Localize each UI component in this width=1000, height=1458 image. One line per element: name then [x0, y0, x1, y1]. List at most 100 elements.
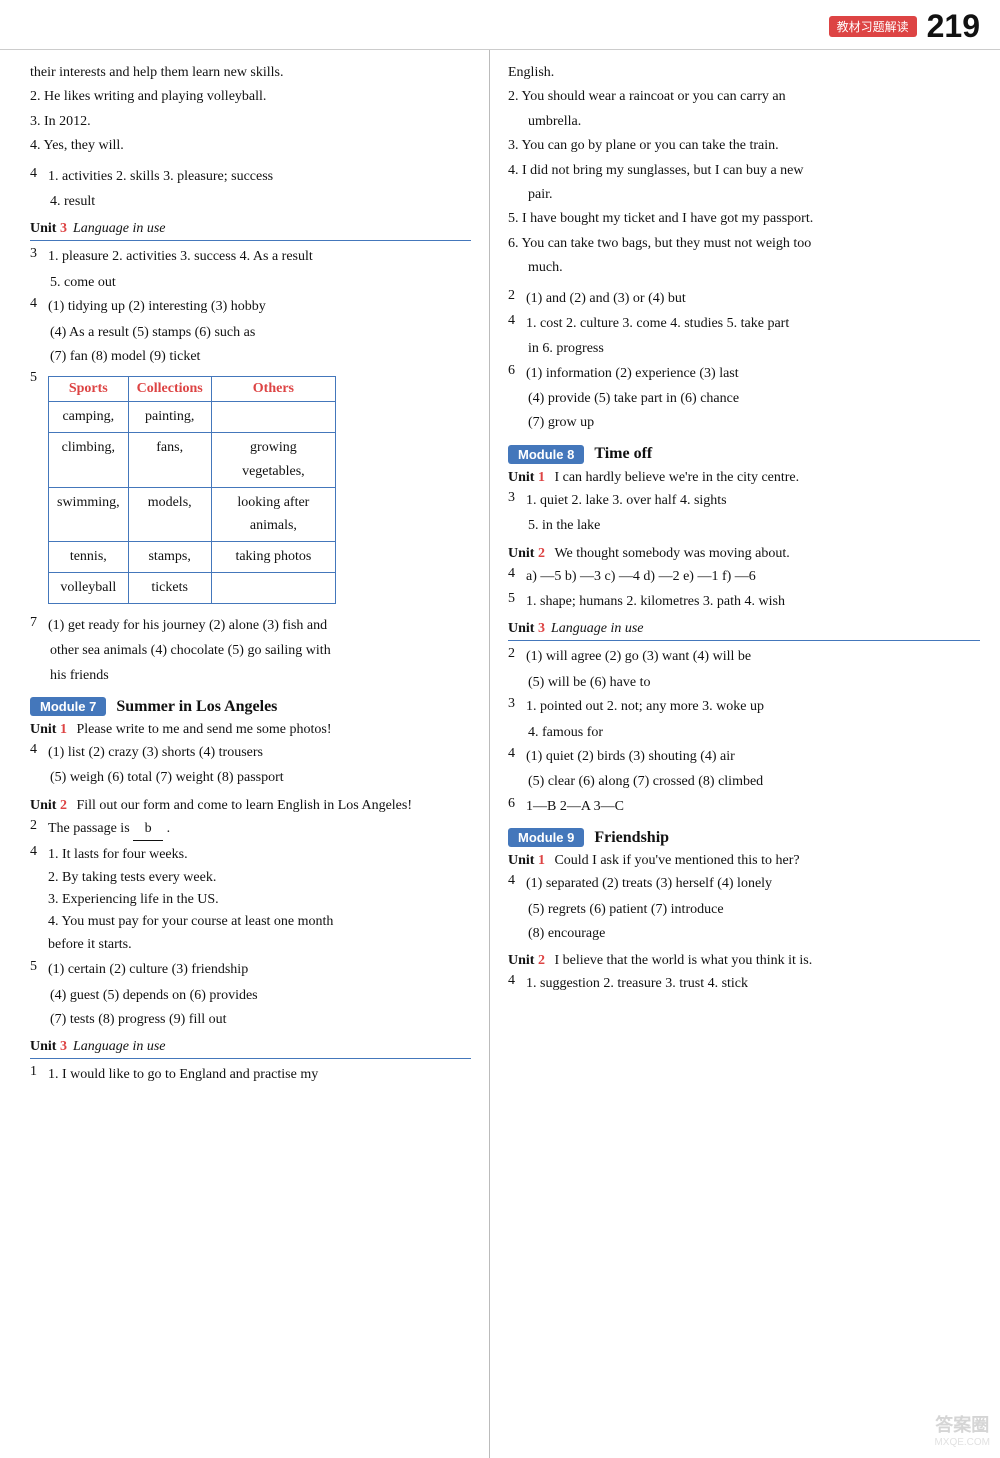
num-content: 1—B 2—A 3—C	[526, 796, 980, 818]
num-label: 2	[30, 818, 48, 834]
unit-title: Language in use	[73, 221, 166, 237]
module8-header: Module 8 Time off	[508, 445, 980, 464]
numbered-item: 2 (1) and (2) and (3) or (4) but	[508, 288, 980, 310]
unit3-m7-header: Unit 3 Language in use	[30, 1039, 471, 1059]
right-intro: English. 2. You should wear a raincoat o…	[508, 62, 980, 280]
left-intro: their interests and help them learn new …	[30, 62, 471, 158]
num-label: 4	[508, 746, 526, 762]
unit-label: Unit 3	[30, 1039, 67, 1055]
num-content: 1. It lasts for four weeks. 2. By taking…	[48, 844, 471, 956]
list-item: umbrella.	[508, 111, 980, 133]
num-content: (1) information (2) experience (3) last	[526, 363, 980, 385]
table-header-collections: Collections	[128, 377, 211, 402]
unit-sub-label: Unit 1	[508, 470, 548, 485]
num-label: 4	[508, 566, 526, 582]
left-column: their interests and help them learn new …	[0, 50, 490, 1458]
unit3-m8-header: Unit 3 Language in use	[508, 621, 980, 641]
m9u2-content: 4 1. suggestion 2. treasure 3. trust 4. …	[508, 973, 980, 995]
table-cell: taking photos	[211, 542, 335, 573]
m7u2q5c: (7) tests (8) progress (9) fill out	[30, 1009, 471, 1031]
m9u1q4c: (8) encourage	[508, 923, 980, 945]
unit-sub-label: Unit 2	[508, 953, 548, 968]
num-content: 1. quiet 2. lake 3. over half 4. sights	[526, 490, 980, 512]
table-cell: climbing,	[49, 433, 129, 488]
r-q4b: in 6. progress	[508, 338, 980, 360]
numbered-item: 2 The passage is b .	[30, 818, 471, 841]
unit2-m9-header: Unit 2 I believe that the world is what …	[508, 953, 980, 969]
unit-sub-title: Fill out our form and come to learn Engl…	[76, 798, 412, 813]
numbered-item: 3 1. pointed out 2. not; any more 3. wok…	[508, 696, 980, 718]
num-label: 4	[508, 873, 526, 889]
unit2-m8-header: Unit 2 We thought somebody was moving ab…	[508, 546, 980, 562]
module9-title: Friendship	[594, 829, 669, 847]
num-content: (1) separated (2) treats (3) herself (4)…	[526, 873, 980, 895]
numbered-item: 6 1—B 2—A 3—C	[508, 796, 980, 818]
num-content: (1) certain (2) culture (3) friendship	[48, 959, 471, 981]
num-content: (1) list (2) crazy (3) shorts (4) trouse…	[48, 742, 471, 764]
module7-title: Summer in Los Angeles	[116, 698, 277, 716]
unit1-m7-header: Unit 1 Please write to me and send me so…	[30, 722, 471, 738]
table-cell: fans,	[128, 433, 211, 488]
num-label: 5	[508, 591, 526, 607]
table-cell: volleyball	[49, 573, 129, 604]
num-label: 5	[30, 959, 48, 975]
numbered-item: 5 (1) certain (2) culture (3) friendship	[30, 959, 471, 981]
numbered-item: 7 (1) get ready for his journey (2) alon…	[30, 615, 471, 637]
m8u3-content: 2 (1) will agree (2) go (3) want (4) wil…	[508, 646, 980, 818]
table-cell	[211, 573, 335, 604]
list-item: pair.	[508, 184, 980, 206]
page-number: 219	[927, 8, 980, 45]
num-content: a) —5 b) —3 c) —4 d) —2 e) —1 f) —6	[526, 566, 980, 588]
table-cell: stamps,	[128, 542, 211, 573]
m8u1-content: 3 1. quiet 2. lake 3. over half 4. sight…	[508, 490, 980, 538]
m8u2-content: 4 a) —5 b) —3 c) —4 d) —2 e) —1 f) —6 5 …	[508, 566, 980, 614]
module9-header: Module 9 Friendship	[508, 828, 980, 847]
blank-b: b	[133, 818, 163, 841]
unit1-m8-header: Unit 1 I can hardly believe we're in the…	[508, 470, 980, 486]
list-item: 3. You can go by plane or you can take t…	[508, 135, 980, 157]
num-label: 6	[508, 363, 526, 379]
table-cell: tickets	[128, 573, 211, 604]
m8u3q4b: (5) clear (6) along (7) crossed (8) clim…	[508, 771, 980, 793]
item-4b: 4. result	[30, 191, 471, 213]
list-item: 2. You should wear a raincoat or you can…	[508, 86, 980, 108]
num-label: 4	[30, 742, 48, 758]
num-content: The passage is b .	[48, 818, 471, 841]
right-q2: 2 (1) and (2) and (3) or (4) but 4 1. co…	[508, 288, 980, 435]
numbered-item: 3 1. pleasure 2. activities 3. success 4…	[30, 246, 471, 268]
watermark-logo: 答案圈	[935, 1411, 989, 1437]
list-item: 6. You can take two bags, but they must …	[508, 233, 980, 255]
unit-sub-title: Could I ask if you've mentioned this to …	[554, 853, 799, 868]
m7u2-content: 2 The passage is b . 4 1. It lasts for f…	[30, 818, 471, 1032]
r-q6b: (4) provide (5) take part in (6) chance	[508, 388, 980, 410]
list-item: much.	[508, 257, 980, 279]
module7-header: Module 7 Summer in Los Angeles	[30, 697, 471, 716]
table-cell: camping,	[49, 402, 129, 433]
list-item: English.	[508, 62, 980, 84]
numbered-item: 4 1. cost 2. culture 3. come 4. studies …	[508, 313, 980, 335]
list-item: 2. By taking tests every week.	[48, 867, 471, 889]
num-content: (1) get ready for his journey (2) alone …	[48, 615, 471, 637]
main-content: their interests and help them learn new …	[0, 50, 1000, 1458]
num-label: 2	[508, 288, 526, 304]
q7b: other sea animals (4) chocolate (5) go s…	[30, 640, 471, 662]
m7q4b: (5) weigh (6) total (7) weight (8) passp…	[30, 767, 471, 789]
unit-sub-title: I believe that the world is what you thi…	[554, 953, 812, 968]
num-label: 3	[508, 490, 526, 506]
list-item: 3. Experiencing life in the US.	[48, 889, 471, 911]
num-label: 7	[30, 615, 48, 631]
num-label: 4	[508, 973, 526, 989]
module8-title: Time off	[594, 445, 652, 463]
num-label: 1	[30, 1064, 48, 1080]
list-item: 4. Yes, they will.	[30, 135, 471, 157]
numbered-item: 3 1. quiet 2. lake 3. over half 4. sight…	[508, 490, 980, 512]
unit-label: Unit 3	[508, 621, 545, 637]
table-cell: swimming,	[49, 487, 129, 542]
table-header-others: Others	[211, 377, 335, 402]
num-content: 1. cost 2. culture 3. come 4. studies 5.…	[526, 313, 980, 335]
num-label: 3	[508, 696, 526, 712]
list-item: 5. I have bought my ticket and I have go…	[508, 208, 980, 230]
num-content: (1) quiet (2) birds (3) shouting (4) air	[526, 746, 980, 768]
numbered-item: 4 (1) list (2) crazy (3) shorts (4) trou…	[30, 742, 471, 764]
m9u1-content: 4 (1) separated (2) treats (3) herself (…	[508, 873, 980, 945]
